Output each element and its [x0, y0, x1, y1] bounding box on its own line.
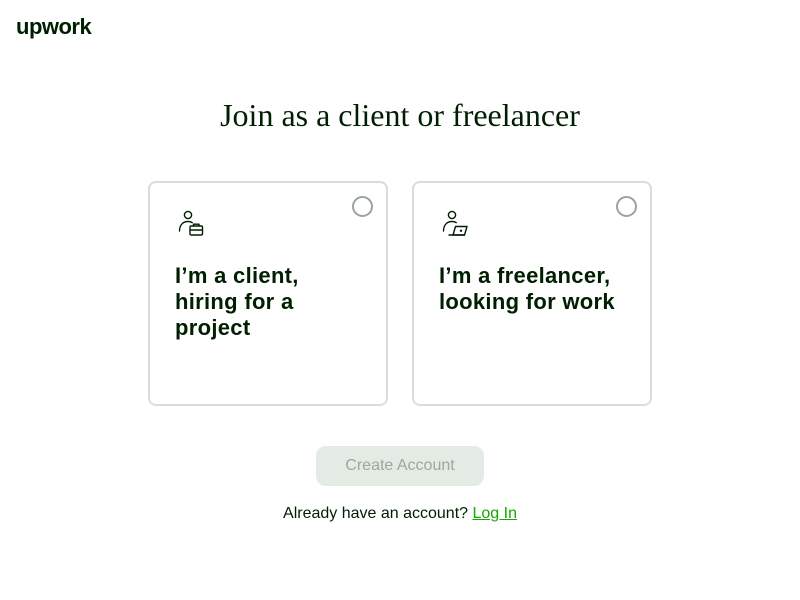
page-title: Join as a client or freelancer [220, 97, 580, 133]
client-option-card[interactable]: I’m a client, hiring for a project [148, 181, 388, 406]
login-prompt-text: Already have an account? [283, 505, 469, 522]
signup-page: upwork Join as a client or freelancer I’… [0, 0, 800, 600]
freelancer-radio-button[interactable] [616, 196, 637, 217]
freelancer-laptop-icon [440, 209, 470, 239]
freelancer-option-label: I’m a freelancer, looking for work [439, 263, 615, 314]
client-option-label: I’m a client, hiring for a project [175, 263, 299, 340]
create-account-button[interactable]: Create Account [316, 446, 484, 486]
freelancer-option-card[interactable]: I’m a freelancer, looking for work [412, 181, 652, 406]
account-type-options: I’m a client, hiring for a project I’m a… [148, 181, 652, 406]
log-in-link[interactable]: Log In [472, 505, 516, 522]
upwork-logo[interactable]: upwork [16, 12, 92, 42]
client-radio-button[interactable] [352, 196, 373, 217]
client-briefcase-icon [176, 209, 206, 239]
login-prompt-row: Already have an account? Log In [0, 503, 800, 525]
